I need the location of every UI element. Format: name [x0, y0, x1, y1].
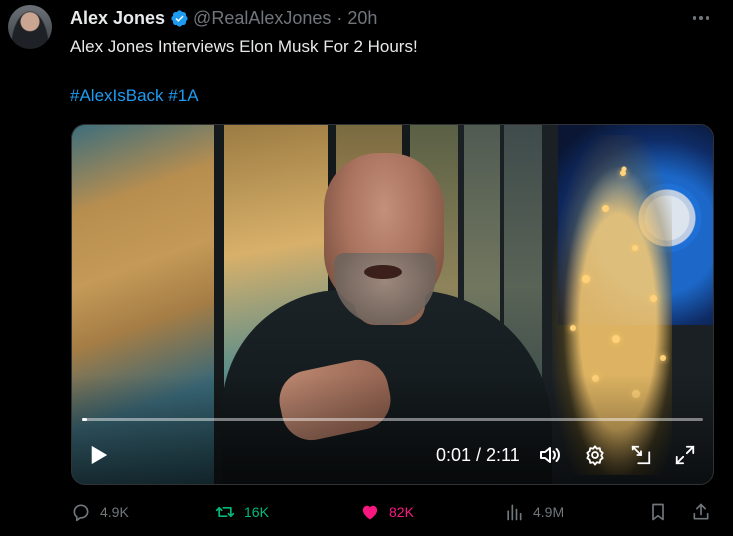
like-count: 82K: [389, 504, 414, 520]
tweet-header: Alex Jones @RealAlexJones · 20h: [70, 7, 377, 29]
gear-icon[interactable]: [583, 443, 607, 467]
share-icon[interactable]: [691, 502, 711, 522]
video-progress-bar[interactable]: [82, 418, 703, 421]
tweet-actions: 4.9K 16K 82K 4.9M: [0, 498, 733, 526]
dock-icon[interactable]: [629, 443, 653, 467]
fullscreen-icon[interactable]: [673, 443, 697, 467]
reply-count: 4.9K: [100, 504, 129, 520]
tweet-text: Alex Jones Interviews Elon Musk For 2 Ho…: [70, 37, 418, 56]
views-icon: [507, 504, 522, 521]
repost-icon: [215, 507, 235, 517]
video-progress-fill: [82, 418, 87, 421]
video-player[interactable]: 0:01 / 2:11: [71, 124, 714, 485]
view-count: 4.9M: [533, 504, 565, 520]
hashtag-link[interactable]: #1A: [168, 86, 198, 105]
verified-badge-icon[interactable]: [170, 9, 189, 28]
views-button[interactable]: 4.9M: [504, 498, 564, 526]
repost-button[interactable]: 16K: [215, 498, 269, 526]
repost-count: 16K: [244, 504, 269, 520]
reply-icon: [73, 504, 89, 522]
heart-icon: [362, 505, 378, 520]
display-name[interactable]: Alex Jones: [70, 8, 165, 29]
reply-button[interactable]: 4.9K: [71, 498, 129, 526]
bookmark-icon[interactable]: [648, 502, 668, 522]
like-button[interactable]: 82K: [360, 498, 414, 526]
more-dots-icon[interactable]: [691, 8, 711, 28]
user-handle[interactable]: @RealAlexJones: [193, 8, 331, 29]
post-time[interactable]: 20h: [347, 8, 377, 29]
video-frame: [72, 125, 713, 484]
avatar[interactable]: [8, 5, 52, 49]
hashtags: #AlexIsBack #1A: [70, 85, 199, 107]
play-icon[interactable]: [88, 443, 110, 467]
volume-icon[interactable]: [538, 443, 562, 467]
hashtag-link[interactable]: #AlexIsBack: [70, 86, 164, 105]
separator-dot: ·: [336, 7, 343, 28]
video-time-readout: 0:01 / 2:11: [436, 445, 520, 465]
